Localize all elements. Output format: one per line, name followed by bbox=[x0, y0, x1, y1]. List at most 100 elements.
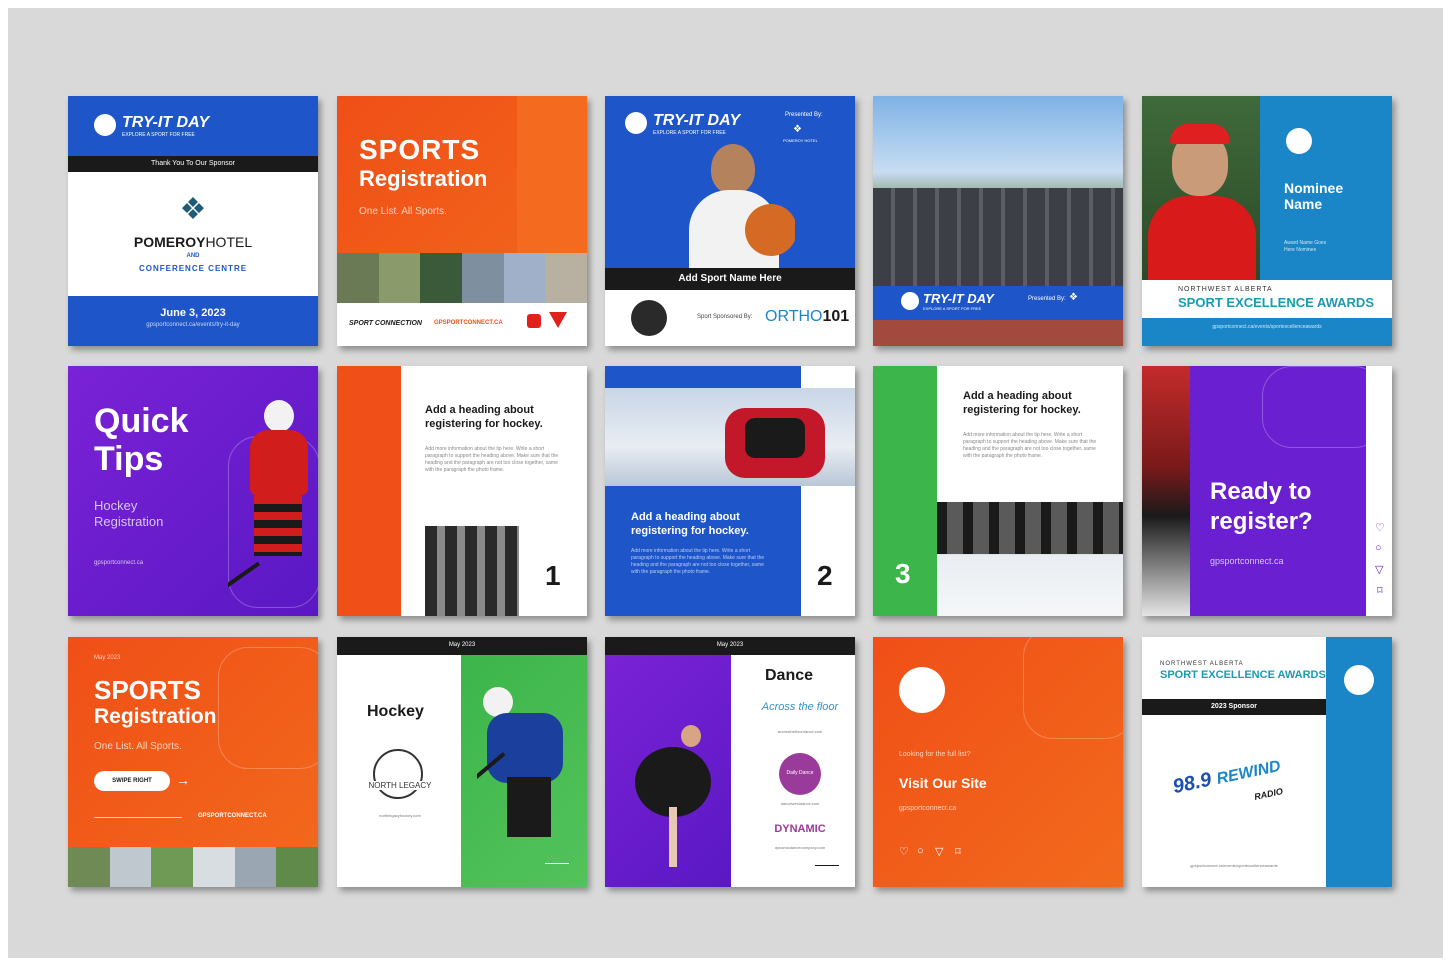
bookmark-icon[interactable]: ⌑ bbox=[1377, 584, 1383, 597]
hotel-small: POMEROY HOTEL bbox=[783, 138, 818, 143]
hotel-suffix: HOTEL bbox=[205, 234, 253, 250]
try-it-day-logo-icon bbox=[625, 112, 647, 134]
card-sports-registration-swipe[interactable]: May 2023 SPORTS Registration One List. A… bbox=[68, 637, 318, 887]
hockey-player-photo bbox=[228, 400, 318, 600]
title-line-2: Tips bbox=[94, 440, 164, 478]
heading-line-2: registering for hockey. bbox=[425, 418, 543, 430]
send-icon[interactable]: ▽ bbox=[1375, 563, 1383, 576]
hotel-logo-icon: ❖ bbox=[793, 124, 802, 135]
sport-name: Add Sport Name Here bbox=[678, 273, 782, 284]
title-line-2: Registration bbox=[94, 705, 217, 728]
sport-connect-logo-icon bbox=[1344, 665, 1374, 695]
title-line-2: Registration bbox=[359, 166, 488, 191]
footer-url[interactable]: GPSPORTCONNECT.CA bbox=[198, 813, 267, 819]
card-nominee[interactable]: Nominee Name Award Name Goes Here Nomine… bbox=[1142, 96, 1392, 346]
subtitle: One List. All Sports. bbox=[359, 206, 447, 217]
comment-icon[interactable]: ○ bbox=[1375, 542, 1382, 554]
awards-url[interactable]: gpsportconnect.ca/events/sportexcellence… bbox=[1142, 863, 1326, 868]
awards-url[interactable]: gpsportconnect.ca/events/sportexcellence… bbox=[1142, 324, 1392, 330]
athlete-photo bbox=[675, 144, 795, 268]
heart-icon[interactable]: ♡ bbox=[899, 845, 909, 858]
card-dance[interactable]: May 2023 Dance Across the floor acrossth… bbox=[605, 637, 855, 887]
sports-photo-strip bbox=[68, 847, 318, 887]
heart-icon[interactable]: ♡ bbox=[1375, 521, 1385, 534]
sponsor-thanks: Thank You To Our Sponsor bbox=[151, 160, 235, 167]
sub-line-2: Registration bbox=[94, 514, 164, 529]
hotel-logo-icon: ❖ bbox=[179, 193, 207, 226]
title-line-1: SPORTS bbox=[94, 675, 201, 705]
site-url[interactable]: gpsportconnect.ca bbox=[94, 560, 143, 566]
swipe-right-button[interactable]: SWIPE RIGHT bbox=[94, 771, 170, 791]
card-ready-to-register[interactable]: Ready to register? gpsportconnect.ca ♡ ○… bbox=[1142, 366, 1392, 616]
footer-url[interactable]: GPSPORTCONNECT.CA bbox=[434, 320, 503, 326]
paragraph: Add more information about the tip here.… bbox=[631, 548, 765, 575]
card-tip-2[interactable]: Add a heading about registering for hock… bbox=[605, 366, 855, 616]
tip-number: 3 bbox=[895, 558, 911, 589]
card-quick-tips[interactable]: Quick Tips Hockey Registration gpsportco… bbox=[68, 366, 318, 616]
hockey-player-photo bbox=[477, 677, 587, 877]
hotel-name: POMEROY bbox=[133, 234, 206, 250]
partner-logo-icon bbox=[527, 314, 541, 328]
brand-tagline: EXPLORE A SPORT FOR FREE bbox=[122, 132, 195, 138]
event-url[interactable]: gpsportconnect.ca/events/try-it-day bbox=[68, 322, 318, 328]
sports-photo-strip bbox=[337, 253, 587, 303]
title-line-2: register? bbox=[1210, 508, 1313, 535]
arrow-right-icon: → bbox=[176, 772, 190, 788]
sport-connect-logo-icon bbox=[1286, 128, 1312, 154]
card-visit-site[interactable]: Looking for the full list? Visit Our Sit… bbox=[873, 637, 1123, 887]
brand-title: TRY-IT DAY bbox=[653, 112, 741, 129]
awards-name: SPORT EXCELLENCE AWARDS bbox=[1178, 295, 1374, 310]
studio-url-1[interactable]: acrossthefloordance.com bbox=[755, 729, 845, 734]
team-url[interactable]: northlegacyhockey.com bbox=[355, 813, 445, 818]
brand-tagline: EXPLORE A SPORT FOR FREE bbox=[923, 306, 982, 311]
sponsor-name: ORTHO bbox=[765, 308, 823, 325]
sponsor-label: 2023 Sponsor bbox=[1211, 703, 1257, 710]
studio-url-3[interactable]: dynamicdancecompany.com bbox=[755, 845, 845, 850]
station-name: REWIND bbox=[1215, 757, 1283, 788]
station-number: 98.9 bbox=[1170, 768, 1214, 799]
footer-brand: SPORT CONNECTION bbox=[349, 320, 422, 327]
event-date: June 3, 2023 bbox=[160, 307, 226, 319]
send-icon[interactable]: ▽ bbox=[935, 845, 943, 858]
site-url[interactable]: gpsportconnect.ca bbox=[899, 805, 956, 812]
card-awards-sponsor[interactable]: NORTHWEST ALBERTA SPORT EXCELLENCE AWARD… bbox=[1142, 637, 1392, 887]
card-group-photo[interactable]: TRY-IT DAY EXPLORE A SPORT FOR FREE Pres… bbox=[873, 96, 1123, 346]
site-url[interactable]: gpsportconnect.ca bbox=[1210, 556, 1284, 566]
card-hockey[interactable]: May 2023 Hockey NORTH LEGACY northlegacy… bbox=[337, 637, 587, 887]
heading-line-1: Add a heading about bbox=[631, 511, 740, 523]
hockey-glove-photo bbox=[605, 388, 855, 486]
hotel-logo-icon: ❖ bbox=[1069, 292, 1078, 303]
card-tip-1[interactable]: Add a heading about registering for hock… bbox=[337, 366, 587, 616]
brand-title: TRY-IT DAY bbox=[122, 114, 210, 131]
brand-title: TRY-IT DAY bbox=[923, 291, 994, 306]
sport-title: Dance bbox=[765, 667, 814, 684]
court-floor bbox=[873, 320, 1123, 346]
comment-icon[interactable]: ○ bbox=[917, 845, 924, 857]
team-logo-name: NORTH LEGACY bbox=[355, 781, 445, 790]
heading-line-1: Add a heading about bbox=[425, 404, 534, 416]
studio-logo-3: DYNAMIC bbox=[774, 823, 826, 835]
north-legacy-logo-icon bbox=[373, 749, 423, 799]
awards-name: SPORT EXCELLENCE AWARDS bbox=[1160, 669, 1326, 681]
card-sports-registration[interactable]: SPORTS Registration One List. All Sports… bbox=[337, 96, 587, 346]
side-stripe bbox=[337, 366, 401, 616]
nominee-line-1: Nominee bbox=[1284, 180, 1344, 196]
award-line-1: Award Name Goes bbox=[1284, 240, 1327, 246]
bookmark-icon[interactable]: ⌑ bbox=[955, 845, 961, 858]
card-tip-3[interactable]: Add a heading about registering for hock… bbox=[873, 366, 1123, 616]
studio-url-2[interactable]: dancewestdance.com bbox=[755, 801, 845, 806]
decor-outline bbox=[1023, 637, 1123, 739]
visit-title[interactable]: Visit Our Site bbox=[899, 775, 987, 791]
card-try-it-day-sport[interactable]: TRY-IT DAY EXPLORE A SPORT FOR FREE Pres… bbox=[605, 96, 855, 346]
group-photo bbox=[873, 96, 1123, 286]
paragraph: Add more information about the tip here.… bbox=[963, 432, 1097, 459]
tip-number: 2 bbox=[817, 560, 833, 591]
studio-logo-1: Across the floor bbox=[761, 701, 839, 713]
issue-date: May 2023 bbox=[448, 642, 476, 648]
nominee-line-2: Name bbox=[1284, 196, 1323, 212]
card-try-it-day-sponsor[interactable]: TRY-IT DAY EXPLORE A SPORT FOR FREE Than… bbox=[68, 96, 318, 346]
sponsored-by: Sport Sponsored By: bbox=[697, 314, 753, 320]
paragraph: Add more information about the tip here.… bbox=[425, 446, 559, 473]
sport-connect-logo-icon bbox=[899, 667, 945, 713]
award-line-2: Here Nominee bbox=[1284, 247, 1317, 253]
